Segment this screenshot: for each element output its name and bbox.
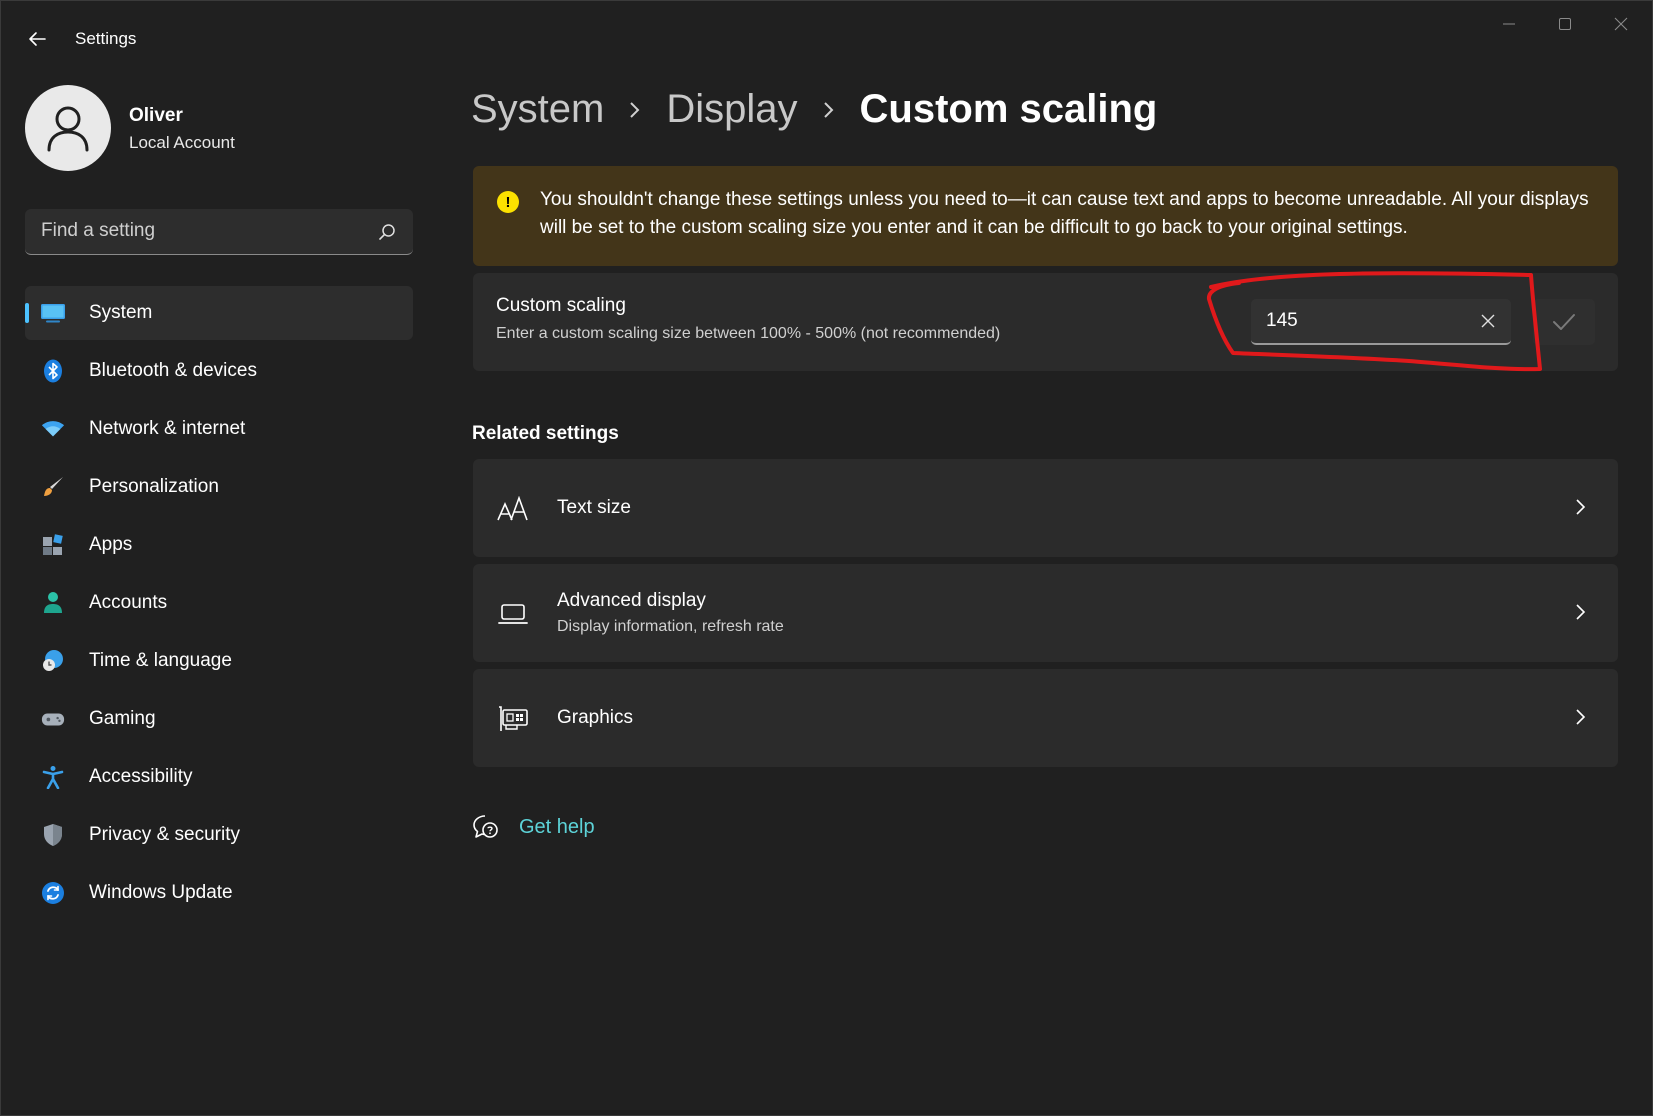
custom-scaling-card: Custom scaling Enter a custom scaling si… — [473, 273, 1618, 371]
maximize-icon — [1559, 18, 1571, 30]
text-size-icon — [497, 493, 529, 525]
back-arrow-icon — [29, 32, 46, 46]
sidebar-item-label: Windows Update — [89, 882, 233, 903]
chevron-right-icon — [1570, 707, 1590, 727]
warning-banner: ! You shouldn't change these settings un… — [473, 166, 1618, 266]
app-title: Settings — [75, 29, 137, 48]
page-title: Custom scaling — [859, 87, 1158, 131]
sidebar-item-label: Privacy & security — [89, 824, 240, 845]
checkmark-icon — [1553, 314, 1575, 330]
chevron-right-icon — [822, 100, 836, 120]
user-icon — [47, 106, 89, 152]
person-icon — [41, 591, 65, 615]
close-button[interactable] — [1593, 9, 1649, 39]
laptop-icon — [497, 598, 529, 630]
update-icon — [41, 881, 65, 905]
sidebar-item-label: Bluetooth & devices — [89, 360, 257, 381]
sidebar-item-system[interactable]: System — [25, 286, 413, 340]
sidebar-item-label: System — [89, 302, 153, 323]
close-icon — [1614, 17, 1628, 31]
accessibility-icon — [41, 765, 65, 789]
breadcrumb: System Display Custom scaling — [471, 87, 1157, 132]
title-bar: Settings — [1, 1, 1652, 73]
sidebar-item-time-language[interactable]: Time & language — [25, 634, 413, 688]
sidebar-nav: System Bluetooth & devices Network & int… — [25, 286, 413, 924]
search-icon[interactable] — [377, 222, 397, 242]
related-text-size[interactable]: Text size — [473, 459, 1618, 557]
related-item-label: Advanced display — [557, 590, 706, 611]
chevron-right-icon — [1570, 602, 1590, 622]
sidebar-item-label: Gaming — [89, 708, 156, 729]
related-item-sub: Display information, refresh rate — [557, 618, 784, 635]
system-icon — [41, 301, 65, 325]
chevron-right-icon — [1570, 497, 1590, 517]
scaling-input[interactable] — [1266, 299, 1466, 343]
clear-button[interactable] — [1477, 310, 1499, 332]
sidebar-item-accessibility[interactable]: Accessibility — [25, 750, 413, 804]
breadcrumb-system[interactable]: System — [471, 87, 604, 132]
warning-text: You shouldn't change these settings unle… — [540, 189, 1589, 238]
brush-icon — [41, 475, 65, 499]
breadcrumb-display[interactable]: Display — [666, 87, 797, 132]
related-graphics[interactable]: Graphics — [473, 669, 1618, 767]
back-button[interactable] — [19, 21, 55, 57]
sidebar-item-label: Accessibility — [89, 766, 193, 787]
warning-icon: ! — [497, 191, 519, 213]
confirm-button[interactable] — [1533, 299, 1595, 345]
custom-scaling-subtitle: Enter a custom scaling size between 100%… — [496, 325, 1001, 342]
gamepad-icon — [41, 707, 65, 731]
settings-window: Settings Oliver Local Account System Blu… — [0, 0, 1653, 1116]
minimize-icon — [1503, 23, 1515, 25]
sidebar-item-label: Time & language — [89, 650, 232, 671]
wifi-icon — [41, 417, 65, 441]
search-box[interactable] — [25, 209, 413, 255]
shield-icon — [41, 823, 65, 847]
sidebar-item-apps[interactable]: Apps — [25, 518, 413, 572]
maximize-button[interactable] — [1537, 9, 1593, 39]
sidebar-item-accounts[interactable]: Accounts — [25, 576, 413, 630]
related-item-label: Text size — [557, 497, 631, 518]
sidebar-item-label: Accounts — [89, 592, 168, 613]
related-item-label: Graphics — [557, 707, 634, 728]
sidebar-item-bluetooth[interactable]: Bluetooth & devices — [25, 344, 413, 398]
sidebar-item-windows-update[interactable]: Windows Update — [25, 866, 413, 920]
chevron-right-icon — [628, 100, 642, 120]
sidebar-item-label: Personalization — [89, 476, 219, 497]
help-chat-icon — [473, 815, 498, 838]
sidebar-item-gaming[interactable]: Gaming — [25, 692, 413, 746]
bluetooth-icon — [41, 359, 65, 383]
apps-icon — [41, 533, 65, 557]
related-settings-heading: Related settings — [472, 423, 619, 444]
sidebar-item-label: Network & internet — [89, 418, 246, 439]
minimize-button[interactable] — [1481, 9, 1537, 39]
search-input[interactable] — [41, 209, 361, 253]
clock-globe-icon — [41, 649, 65, 673]
sidebar-item-privacy-security[interactable]: Privacy & security — [25, 808, 413, 862]
related-advanced-display[interactable]: Advanced display Display information, re… — [473, 564, 1618, 662]
avatar[interactable] — [25, 85, 111, 171]
clear-icon — [1481, 314, 1495, 328]
active-indicator — [25, 303, 29, 323]
user-name: Oliver — [129, 105, 183, 126]
sidebar-item-network[interactable]: Network & internet — [25, 402, 413, 456]
account-type: Local Account — [129, 133, 235, 152]
get-help-link[interactable]: Get help — [471, 813, 595, 841]
scaling-input-box[interactable] — [1251, 299, 1511, 345]
sidebar-item-label: Apps — [89, 534, 133, 555]
get-help-label: Get help — [519, 815, 595, 838]
sidebar-item-personalization[interactable]: Personalization — [25, 460, 413, 514]
custom-scaling-title: Custom scaling — [496, 295, 626, 316]
graphics-card-icon — [497, 703, 529, 735]
